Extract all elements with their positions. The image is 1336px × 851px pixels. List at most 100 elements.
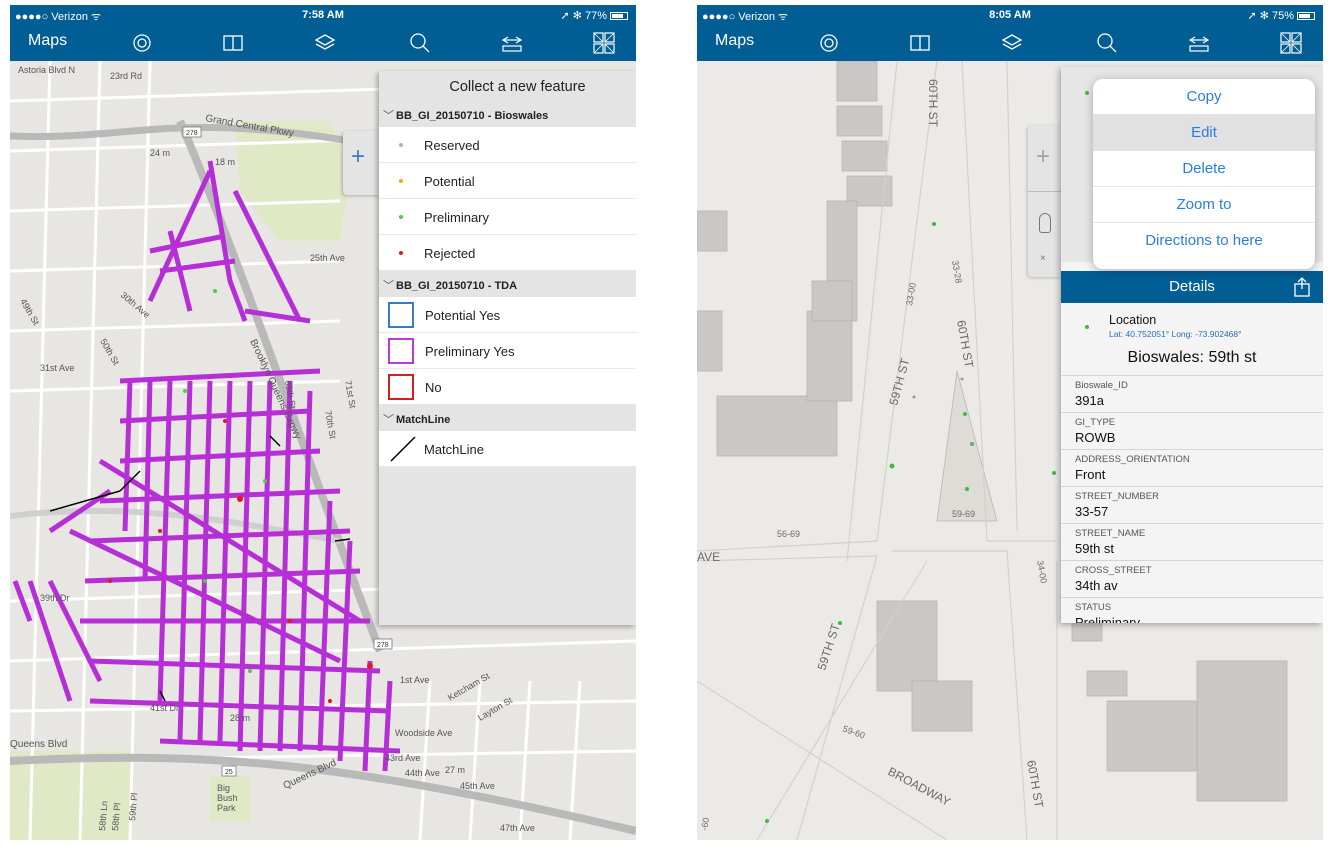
collect-feature-tab[interactable]: + — [343, 131, 379, 195]
attribute-row: Bioswale_ID 391a — [1061, 375, 1323, 412]
layer-group-header[interactable]: ﹀ BB_GI_20150710 - Bioswales — [379, 101, 636, 127]
copy-menu-item[interactable]: Copy — [1093, 79, 1315, 115]
attribute-name: ADDRESS_ORIENTATION — [1075, 454, 1190, 465]
attribute-row: ADDRESS_ORIENTATION Front — [1061, 449, 1323, 486]
details-title: Details — [1169, 278, 1215, 295]
park-label-3: Park — [217, 803, 236, 813]
park-label-2: Bush — [217, 793, 238, 803]
layer-group-header[interactable]: ﹀ MatchLine — [379, 405, 636, 431]
address-label: 56-69 — [777, 529, 800, 539]
close-icon[interactable]: × — [1040, 253, 1046, 264]
basemap-gallery-icon[interactable] — [1279, 31, 1303, 55]
battery-label: ➚ ✻ 77% — [560, 10, 607, 22]
attribute-list: Bioswale_ID 391a GI_TYPE ROWB ADDRESS_ORIE… — [1061, 375, 1323, 623]
attribute-row: STATUS Preliminary — [1061, 597, 1323, 623]
pin-icon[interactable] — [1039, 213, 1051, 233]
bookmarks-icon[interactable] — [908, 31, 932, 55]
search-icon[interactable] — [408, 31, 432, 55]
locate-icon[interactable] — [130, 31, 154, 55]
legend-item-rejected[interactable]: Rejected — [379, 235, 636, 271]
park-label-1: Big — [217, 783, 230, 793]
location-coords: Lat: 40.752051° Long: -73.902468° — [1109, 329, 1242, 339]
details-header: Details — [1061, 271, 1323, 303]
nav-bar: Maps — [10, 25, 636, 61]
legend-item-preliminary-yes[interactable]: Preliminary Yes — [379, 333, 636, 369]
attribute-name: STREET_NUMBER — [1075, 491, 1159, 502]
plus-icon[interactable]: + — [1036, 145, 1050, 169]
legend-label: Potential — [424, 174, 475, 189]
measure-icon[interactable] — [500, 31, 524, 55]
maps-button[interactable]: Maps — [715, 32, 754, 50]
legend-label: Rejected — [424, 246, 476, 261]
legend-label: Preliminary — [424, 210, 490, 225]
attribute-value: ROWB — [1075, 430, 1116, 445]
map-tool-tabs: + × — [1028, 125, 1062, 277]
map-label: 47th Ave — [500, 823, 535, 833]
attribute-name: GI_TYPE — [1075, 417, 1116, 428]
map-label: 28 m — [230, 713, 250, 723]
map-label: 1st Ave — [400, 675, 429, 685]
map-label: 44th Ave — [405, 768, 440, 778]
battery-icon — [1297, 12, 1315, 20]
point-symbol-icon — [399, 215, 403, 219]
directions-menu-item[interactable]: Directions to here — [1093, 223, 1315, 259]
attribute-row: GI_TYPE ROWB — [1061, 412, 1323, 449]
legend-label: No — [425, 380, 442, 395]
map-label: 45th Ave — [460, 781, 495, 791]
polygon-symbol-icon — [388, 374, 414, 400]
basemap-gallery-icon[interactable] — [592, 31, 616, 55]
share-icon[interactable] — [1293, 277, 1311, 297]
point-symbol-icon — [1085, 91, 1089, 95]
divider — [1028, 191, 1062, 192]
plus-icon[interactable]: + — [351, 145, 365, 169]
search-icon[interactable] — [1095, 31, 1119, 55]
chevron-down-icon: ﹀ — [383, 280, 394, 292]
legend-item-matchline[interactable]: MatchLine — [379, 431, 636, 467]
map-label: Woodside Ave — [395, 728, 452, 738]
collect-feature-panel: Collect a new feature ﹀ BB_GI_20150710 - … — [379, 71, 636, 625]
battery-indicator: ➚ ✻ 77% — [560, 9, 628, 22]
legend-item-potential[interactable]: Potential — [379, 163, 636, 199]
line-symbol-icon — [390, 436, 416, 462]
legend-item-preliminary[interactable]: Preliminary — [379, 199, 636, 235]
polygon-symbol-icon — [388, 338, 414, 364]
legend-item-reserved[interactable]: Reserved — [379, 127, 636, 163]
attribute-name: Bioswale_ID — [1075, 380, 1128, 391]
edit-menu-item[interactable]: Edit — [1093, 115, 1315, 151]
map-label: Astoria Blvd N — [18, 65, 75, 75]
right-screenshot: ●●●●○ Verizon ᯤ 8:05 AM ➚ ✻ 75% Maps 60T… — [697, 5, 1323, 840]
layers-icon[interactable] — [313, 31, 337, 55]
maps-button[interactable]: Maps — [28, 32, 67, 50]
legend-item-no[interactable]: No — [379, 369, 636, 405]
map-label: 23rd Rd — [110, 71, 142, 81]
point-symbol-icon — [399, 179, 403, 183]
group-label: BB_GI_20150710 - Bioswales — [396, 110, 549, 122]
measure-icon[interactable] — [1187, 31, 1211, 55]
layers-icon[interactable] — [1000, 31, 1024, 55]
map-label: 18 m — [215, 157, 235, 167]
chevron-down-icon: ﹀ — [383, 414, 394, 426]
chevron-down-icon: ﹀ — [383, 110, 394, 122]
locate-icon[interactable] — [817, 31, 841, 55]
bookmarks-icon[interactable] — [221, 31, 245, 55]
attribute-value: Front — [1075, 467, 1106, 482]
map-label: 41st Dr — [150, 703, 179, 713]
layer-group-header[interactable]: ﹀ BB_GI_20150710 - TDA — [379, 271, 636, 297]
status-bar: ●●●●○ Verizon ᯤ 7:58 AM ➚ ✻ 77% — [10, 5, 636, 25]
location-row[interactable]: Location Lat: 40.752051° Long: -73.90246… — [1061, 303, 1323, 347]
map-label: 27 m — [445, 765, 465, 775]
attribute-value: 34th av — [1075, 578, 1118, 593]
legend-item-potential-yes[interactable]: Potential Yes — [379, 297, 636, 333]
feature-title: Bioswales: 59th st — [1127, 349, 1257, 366]
zoom-to-menu-item[interactable]: Zoom to — [1093, 187, 1315, 223]
legend-label: Potential Yes — [425, 308, 501, 323]
group-label: BB_GI_20150710 - TDA — [396, 280, 518, 292]
battery-label: ➚ ✻ 75% — [1247, 10, 1294, 22]
map-label: 39th Dr — [40, 593, 70, 603]
attribute-value: Preliminary — [1075, 615, 1141, 623]
map-label: Queens Blvd — [10, 739, 67, 750]
delete-menu-item[interactable]: Delete — [1093, 151, 1315, 187]
legend-label: MatchLine — [424, 442, 484, 457]
clock-label: 7:58 AM — [302, 9, 344, 21]
status-bar: ●●●●○ Verizon ᯤ 8:05 AM ➚ ✻ 75% — [697, 5, 1323, 25]
